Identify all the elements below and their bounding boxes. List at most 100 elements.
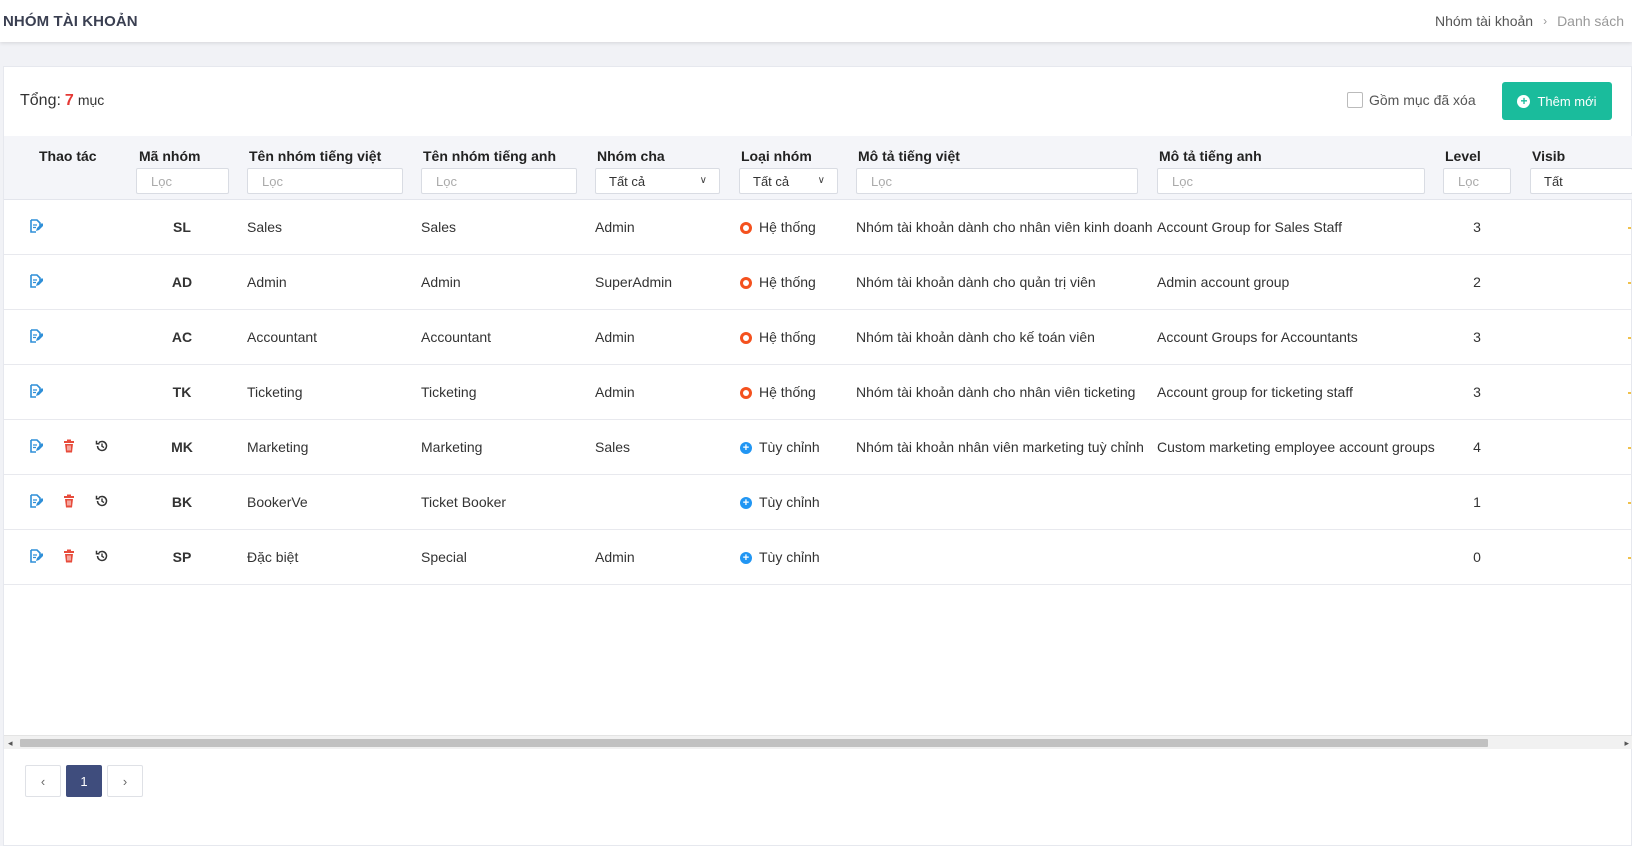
- cell-desc-vi: Nhóm tài khoản dành cho nhân viên ticket…: [856, 384, 1136, 400]
- filter-code-input[interactable]: Lọc: [136, 168, 229, 194]
- top-bar: NHÓM TÀI KHOẢN Nhóm tài khoản › Danh sác…: [0, 0, 1632, 42]
- history-icon[interactable]: [95, 439, 109, 453]
- visible-indicator: [1628, 502, 1631, 504]
- cell-type: Tùy chỉnh: [759, 494, 820, 510]
- cell-level: 4: [1473, 439, 1481, 455]
- scroll-right-arrow-icon[interactable]: ▸: [1624, 736, 1629, 750]
- cell-name-en: Accountant: [421, 329, 492, 345]
- visible-indicator: [1628, 447, 1631, 449]
- plus-circle-icon: +: [740, 497, 752, 509]
- table-row[interactable]: MK Marketing Marketing Sales + Tùy chỉnh Nhóm …: [4, 420, 1632, 475]
- cell-name-en: Admin: [421, 274, 461, 290]
- breadcrumb-item-groups[interactable]: Nhóm tài khoản: [1435, 13, 1533, 29]
- edit-icon[interactable]: [29, 494, 44, 508]
- plus-circle-icon: +: [1517, 94, 1531, 108]
- filter-desc-en-input[interactable]: Lọc: [1157, 168, 1425, 194]
- visible-indicator: [1628, 282, 1631, 284]
- horizontal-scrollbar[interactable]: ◂ ▸: [4, 735, 1632, 749]
- filter-parent-select[interactable]: Tất cả ∨: [595, 168, 720, 194]
- list-card: Tổng: 7 mục Gồm mục đã xóa + Thêm mới Th…: [3, 66, 1632, 846]
- gear-icon: [740, 387, 752, 399]
- filter-level-input[interactable]: Lọc: [1443, 168, 1511, 194]
- cell-desc-vi: Nhóm tài khoản dành cho kế toán viên: [856, 329, 1095, 345]
- column-header-visible[interactable]: Visib: [1532, 148, 1565, 164]
- cell-name-vi: Ticketing: [247, 384, 303, 400]
- history-icon[interactable]: [95, 494, 109, 508]
- column-header-desc-en[interactable]: Mô tả tiếng anh: [1159, 148, 1262, 164]
- pagination: ‹ 1 ›: [25, 765, 148, 797]
- column-header-actions: Thao tác: [39, 148, 97, 164]
- cell-parent: Sales: [595, 439, 631, 455]
- cell-type: Tùy chỉnh: [759, 549, 820, 565]
- cell-code: AC: [171, 329, 193, 345]
- edit-icon[interactable]: [29, 329, 44, 343]
- scroll-left-arrow-icon[interactable]: ◂: [8, 736, 13, 750]
- add-new-button[interactable]: + Thêm mới: [1502, 82, 1612, 120]
- cell-desc-vi: Nhóm tài khoản nhân viên marketing tuỳ c…: [856, 439, 1144, 455]
- cell-type: Hệ thống: [759, 384, 816, 400]
- filter-desc-vi-input[interactable]: Lọc: [856, 168, 1138, 194]
- cell-name-vi: Accountant: [247, 329, 318, 345]
- cell-level: 2: [1473, 274, 1481, 290]
- cell-level: 3: [1473, 329, 1481, 345]
- cell-name-vi: Admin: [247, 274, 287, 290]
- filter-name-en-input[interactable]: Lọc: [421, 168, 577, 194]
- cell-parent: Admin: [595, 219, 635, 235]
- column-header-name-vi[interactable]: Tên nhóm tiếng việt: [249, 148, 381, 164]
- cell-level: 0: [1473, 549, 1481, 565]
- filter-visible-select[interactable]: Tất: [1530, 168, 1632, 194]
- column-header-desc-vi[interactable]: Mô tả tiếng việt: [858, 148, 960, 164]
- cell-name-vi: Sales: [247, 219, 283, 235]
- trash-icon[interactable]: [62, 439, 76, 453]
- cell-code: BK: [171, 494, 193, 510]
- filter-visible-value: Tất: [1544, 174, 1563, 189]
- include-deleted-checkbox[interactable]: [1347, 92, 1363, 108]
- cell-name-en: Special: [421, 549, 467, 565]
- cell-type: Hệ thống: [759, 329, 816, 345]
- table-row[interactable]: SL Sales Sales Admin Hệ thống Nhóm tài khoản …: [4, 200, 1632, 255]
- column-header-code[interactable]: Mã nhóm: [139, 148, 200, 164]
- chevron-right-icon: ›: [1543, 14, 1548, 28]
- table-row[interactable]: AC Accountant Accountant Admin Hệ thống Nhóm …: [4, 310, 1632, 365]
- edit-icon[interactable]: [29, 384, 44, 398]
- next-page-button[interactable]: ›: [107, 765, 143, 797]
- prev-page-button[interactable]: ‹: [25, 765, 61, 797]
- total-label: Tổng:: [20, 92, 61, 109]
- plus-circle-icon: +: [740, 442, 752, 454]
- column-header-type[interactable]: Loại nhóm: [741, 148, 812, 164]
- cell-code: TK: [172, 384, 192, 400]
- cell-name-en: Sales: [421, 219, 457, 235]
- visible-indicator: [1628, 337, 1631, 339]
- column-header-name-en[interactable]: Tên nhóm tiếng anh: [423, 148, 556, 164]
- cell-name-vi: Marketing: [247, 439, 309, 455]
- table-row[interactable]: SP Đặc biệt Special Admin + Tùy chỉnh 0: [4, 530, 1632, 585]
- edit-icon[interactable]: [29, 274, 44, 288]
- cell-type: Hệ thống: [759, 219, 816, 235]
- cell-name-en: Ticketing: [421, 384, 477, 400]
- breadcrumb: Nhóm tài khoản › Danh sách: [1435, 13, 1624, 29]
- cell-desc-en: Custom marketing employee account groups: [1157, 439, 1435, 455]
- filter-name-vi-input[interactable]: Lọc: [247, 168, 403, 194]
- table-row[interactable]: TK Ticketing Ticketing Admin Hệ thống Nhóm tà…: [4, 365, 1632, 420]
- column-header-parent[interactable]: Nhóm cha: [597, 148, 665, 164]
- table-row[interactable]: AD Admin Admin SuperAdmin Hệ thống Nhóm tài k…: [4, 255, 1632, 310]
- trash-icon[interactable]: [62, 494, 76, 508]
- cell-desc-en: Account group for ticketing staff: [1157, 384, 1353, 400]
- edit-icon[interactable]: [29, 549, 44, 563]
- edit-icon[interactable]: [29, 439, 44, 453]
- edit-icon[interactable]: [29, 219, 44, 233]
- cell-name-en: Ticket Booker: [421, 494, 507, 510]
- table-row[interactable]: BK BookerVe Ticket Booker + Tùy chỉnh 1: [4, 475, 1632, 530]
- filter-type-select[interactable]: Tất cả ∨: [739, 168, 838, 194]
- history-icon[interactable]: [95, 549, 109, 563]
- total-count: Tổng: 7 mục: [20, 92, 104, 110]
- cell-level: 1: [1473, 494, 1481, 510]
- trash-icon[interactable]: [62, 549, 76, 563]
- column-header-level[interactable]: Level: [1445, 148, 1481, 164]
- include-deleted-toggle[interactable]: Gồm mục đã xóa: [1347, 92, 1476, 108]
- filter-parent-value: Tất cả: [609, 174, 646, 189]
- cell-level: 3: [1473, 384, 1481, 400]
- scrollbar-thumb[interactable]: [20, 739, 1488, 747]
- visible-indicator: [1628, 392, 1631, 394]
- page-button-current[interactable]: 1: [66, 765, 102, 797]
